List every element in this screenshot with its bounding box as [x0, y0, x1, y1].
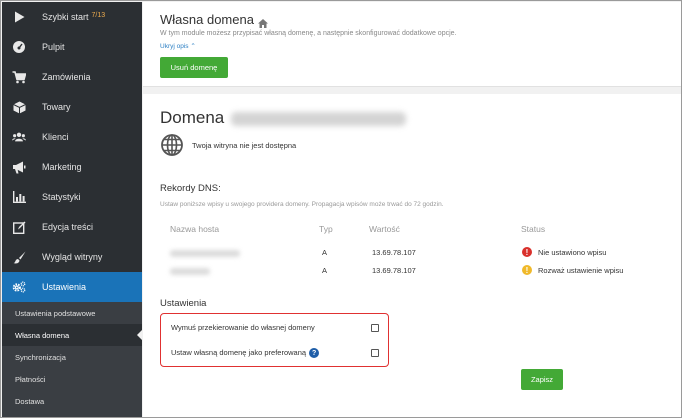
sidebar-item-ustawienia[interactable]: Ustawienia	[2, 272, 142, 302]
box-icon	[12, 100, 26, 114]
option-preferred-domain-label: Ustaw własną domenę jako preferowaną?	[171, 348, 320, 359]
sidebar-item-klienci[interactable]: Klienci	[2, 122, 142, 152]
home-icon[interactable]	[258, 15, 268, 28]
table-row: A 13.69.78.107 ! Rozważ ustawienie wpisu	[160, 262, 660, 282]
host-name-redacted	[170, 268, 210, 275]
record-type: A	[322, 266, 328, 275]
sidebar-item-statystyki[interactable]: Statystyki	[2, 182, 142, 212]
option-preferred-domain-text: Ustaw własną domenę jako preferowaną	[171, 348, 307, 357]
sidebar-item-label: Szybki start	[42, 12, 89, 22]
sidebar-item-marketing[interactable]: Marketing	[2, 152, 142, 182]
cart-icon	[12, 70, 26, 84]
sidebar-item-label: Wygląd witryny	[42, 252, 103, 262]
settings-submenu: Ustawienia podstawowe Własna domena Sync…	[2, 302, 142, 417]
table-row: A 13.69.78.107 ! Nie ustawiono wpisu	[160, 244, 660, 264]
record-value: 13.69.78.107	[372, 248, 416, 257]
submenu-item-synchronizacja[interactable]: Synchronizacja	[2, 346, 142, 368]
sidebar-item-label: Ustawienia	[42, 282, 87, 292]
sidebar-item-label: Klienci	[42, 132, 69, 142]
submenu-item-label: Własna domena	[15, 330, 70, 340]
chevron-up-icon: ⌃	[190, 43, 196, 50]
column-header-value: Wartość	[369, 224, 400, 234]
sidebar-item-towary[interactable]: Towary	[2, 92, 142, 122]
domain-name-redacted	[231, 112, 406, 126]
save-button[interactable]: Zapisz	[521, 369, 563, 390]
edit-icon	[12, 220, 26, 234]
sidebar-item-label: Zamówienia	[42, 72, 91, 82]
sidebar-item-szybki-start[interactable]: Szybki start 7/13	[2, 2, 142, 32]
record-status: Rozważ ustawienie wpisu	[538, 266, 624, 275]
submenu-item-wlasna-domena[interactable]: Własna domena	[2, 324, 142, 346]
sidebar-item-wyglad-witryny[interactable]: Wygląd witryny	[2, 242, 142, 272]
column-header-status: Status	[521, 224, 546, 234]
submenu-item-label: Dostawa	[15, 396, 45, 406]
column-header-type: Typ	[319, 224, 333, 234]
option-preferred-domain-checkbox[interactable]	[371, 349, 379, 357]
globe-icon	[161, 134, 183, 156]
submenu-item-label: Synchronizacja	[15, 352, 66, 362]
page-title: Własna domena	[160, 12, 254, 27]
sidebar-item-label: Statystyki	[42, 192, 81, 202]
page-header: Własna domena W tym module możesz przypi…	[143, 2, 681, 87]
submenu-item-platnosci[interactable]: Płatności	[2, 368, 142, 390]
record-status: Nie ustawiono wpisu	[538, 248, 607, 257]
host-name-redacted	[170, 250, 240, 257]
main-content: Własna domena W tym module możesz przypi…	[143, 2, 681, 417]
column-header-host: Nazwa hosta	[170, 224, 220, 234]
progress-badge: 7/13	[91, 12, 106, 19]
brush-icon	[12, 250, 26, 264]
sidebar-item-edycja-tresci[interactable]: Edycja treści	[2, 212, 142, 242]
help-icon[interactable]: ?	[309, 348, 320, 359]
dashboard-icon	[12, 40, 26, 54]
settings-options-box: Wymuś przekierowanie do własnej domeny U…	[160, 313, 389, 367]
users-icon	[12, 130, 26, 144]
error-icon: !	[522, 247, 532, 257]
app-window: Szybki start 7/13 Pulpit Zamówienia Towar…	[0, 0, 682, 418]
chart-icon	[12, 190, 26, 204]
submenu-item-label: Ustawienia podstawowe	[15, 308, 96, 318]
domain-panel: Domena Twoja witryna nie jest dostępna R…	[143, 94, 681, 417]
sidebar-item-label: Pulpit	[42, 42, 65, 52]
sidebar-item-pulpit[interactable]: Pulpit	[2, 32, 142, 62]
gears-icon	[12, 280, 26, 294]
sidebar-item-label: Edycja treści	[42, 222, 94, 232]
record-type: A	[322, 248, 328, 257]
megaphone-icon	[12, 160, 26, 174]
option-force-redirect-label: Wymuś przekierowanie do własnej domeny	[171, 323, 315, 332]
sidebar-item-label: Towary	[42, 102, 71, 112]
domain-heading: Domena	[160, 108, 225, 127]
warning-icon: !	[522, 265, 532, 275]
hide-description-link[interactable]: Ukryj opis ⌃	[160, 42, 196, 50]
remove-domain-button[interactable]: Usuń domenę	[160, 57, 228, 78]
site-status-text: Twoja witryna nie jest dostępna	[192, 141, 297, 150]
record-value: 13.69.78.107	[372, 266, 416, 275]
settings-title: Ustawienia	[160, 298, 207, 309]
submenu-item-dostawa[interactable]: Dostawa	[2, 390, 142, 412]
hide-description-label: Ukryj opis	[160, 43, 189, 50]
play-icon	[12, 10, 26, 24]
dns-records-title: Rekordy DNS:	[160, 183, 221, 194]
sidebar-item-zamowienia[interactable]: Zamówienia	[2, 62, 142, 92]
submenu-item-label: Płatności	[15, 374, 46, 384]
submenu-item-ustawienia-podstawowe[interactable]: Ustawienia podstawowe	[2, 302, 142, 324]
sidebar-item-label: Marketing	[42, 162, 82, 172]
option-force-redirect-checkbox[interactable]	[371, 324, 379, 332]
sidebar: Szybki start 7/13 Pulpit Zamówienia Towar…	[2, 2, 142, 417]
page-description: W tym module możesz przypisać własną dom…	[160, 30, 457, 37]
dns-records-description: Ustaw poniższe wpisy u swojego providera…	[160, 201, 444, 208]
